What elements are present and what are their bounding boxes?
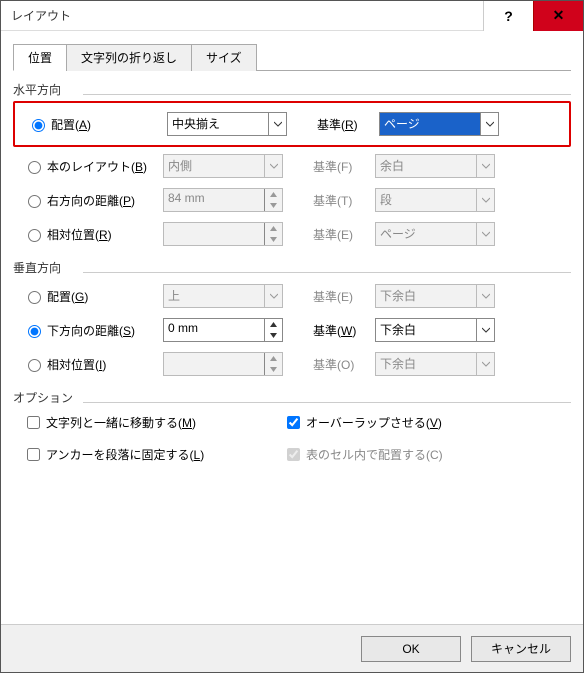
window-title: レイアウト	[1, 7, 483, 24]
divider	[83, 94, 571, 95]
tab-strip: 位置 文字列の折り返し サイズ	[13, 43, 571, 71]
help-button[interactable]	[483, 1, 533, 31]
combo-v-alignment-ref: 下余白	[375, 284, 495, 308]
spinner-arrows	[264, 189, 282, 211]
spinner-arrows	[264, 353, 282, 375]
chevron-down-icon	[476, 353, 494, 375]
divider	[83, 402, 571, 403]
group-options-title: オプション	[13, 389, 571, 406]
divider	[83, 272, 571, 273]
spinner-h-relative	[163, 222, 283, 246]
group-vertical-title: 垂直方向	[13, 259, 571, 276]
check-overlap[interactable]	[287, 416, 300, 429]
combo-h-relative-ref: ページ	[375, 222, 495, 246]
v-relative-ref-label: 基準(O)	[303, 356, 375, 373]
h-alignment-ref-label: 基準(R)	[317, 116, 358, 133]
chevron-down-icon	[480, 113, 498, 135]
check-move-with-text[interactable]	[27, 416, 40, 429]
chevron-down-icon	[476, 155, 494, 177]
cancel-button[interactable]: キャンセル	[471, 636, 571, 662]
combo-h-alignment-ref[interactable]: ページ	[379, 112, 499, 136]
v-absolute-ref-label: 基準(W)	[313, 322, 356, 339]
layout-dialog: レイアウト 位置 文字列の折り返し サイズ 水平方向 配置(A) 中央揃え	[0, 0, 584, 673]
check-lock-anchor[interactable]	[27, 448, 40, 461]
radio-h-absolute[interactable]	[28, 195, 41, 208]
radio-v-absolute-label: 下方向の距離(S)	[47, 322, 135, 339]
check-layout-in-cell	[287, 448, 300, 461]
spinner-arrows[interactable]	[264, 319, 282, 341]
tab-position[interactable]: 位置	[13, 44, 67, 71]
h-absolute-ref-label: 基準(T)	[303, 192, 375, 209]
radio-v-relative[interactable]	[28, 359, 41, 372]
chevron-down-icon	[476, 189, 494, 211]
chevron-down-icon	[264, 285, 282, 307]
combo-v-alignment: 上	[163, 284, 283, 308]
group-horizontal-title: 水平方向	[13, 81, 571, 98]
chevron-down-icon	[264, 155, 282, 177]
radio-h-absolute-label: 右方向の距離(P)	[47, 192, 135, 209]
h-relative-ref-label: 基準(E)	[303, 226, 375, 243]
combo-h-absolute-ref: 段	[375, 188, 495, 212]
radio-h-relative-label: 相対位置(R)	[47, 226, 112, 243]
titlebar: レイアウト	[1, 1, 583, 31]
combo-h-book-ref: 余白	[375, 154, 495, 178]
tab-size[interactable]: サイズ	[191, 44, 257, 71]
check-move-with-text-label: 文字列と一緒に移動する(M)	[46, 414, 196, 431]
check-overlap-label: オーバーラップさせる(V)	[306, 414, 442, 431]
radio-h-book-label: 本のレイアウト(B)	[47, 158, 147, 175]
tab-text-wrapping[interactable]: 文字列の折り返し	[66, 44, 192, 71]
combo-v-absolute-ref[interactable]: 下余白	[375, 318, 495, 342]
v-alignment-ref-label: 基準(E)	[303, 288, 375, 305]
spinner-h-absolute: 84 mm	[163, 188, 283, 212]
chevron-down-icon	[476, 223, 494, 245]
radio-v-relative-label: 相対位置(I)	[47, 356, 106, 373]
check-layout-in-cell-label: 表のセル内で配置する(C)	[306, 446, 443, 463]
radio-h-alignment[interactable]	[32, 119, 45, 132]
chevron-down-icon	[476, 285, 494, 307]
highlighted-row: 配置(A) 中央揃え 基準(R) ページ	[13, 101, 571, 147]
spinner-v-absolute[interactable]: 0 mm	[163, 318, 283, 342]
combo-h-book: 内側	[163, 154, 283, 178]
combo-h-alignment[interactable]: 中央揃え	[167, 112, 287, 136]
ok-button[interactable]: OK	[361, 636, 461, 662]
radio-v-absolute[interactable]	[28, 325, 41, 338]
radio-h-book[interactable]	[28, 161, 41, 174]
close-button[interactable]	[533, 1, 583, 31]
spinner-v-relative	[163, 352, 283, 376]
radio-h-relative[interactable]	[28, 229, 41, 242]
radio-h-alignment-label: 配置(A)	[51, 116, 91, 133]
chevron-down-icon	[268, 113, 286, 135]
spinner-arrows	[264, 223, 282, 245]
footer: OK キャンセル	[1, 624, 583, 672]
combo-v-relative-ref: 下余白	[375, 352, 495, 376]
radio-v-alignment[interactable]	[28, 291, 41, 304]
chevron-down-icon	[476, 319, 494, 341]
check-lock-anchor-label: アンカーを段落に固定する(L)	[46, 446, 204, 463]
radio-v-alignment-label: 配置(G)	[47, 288, 88, 305]
h-book-ref-label: 基準(F)	[303, 158, 375, 175]
